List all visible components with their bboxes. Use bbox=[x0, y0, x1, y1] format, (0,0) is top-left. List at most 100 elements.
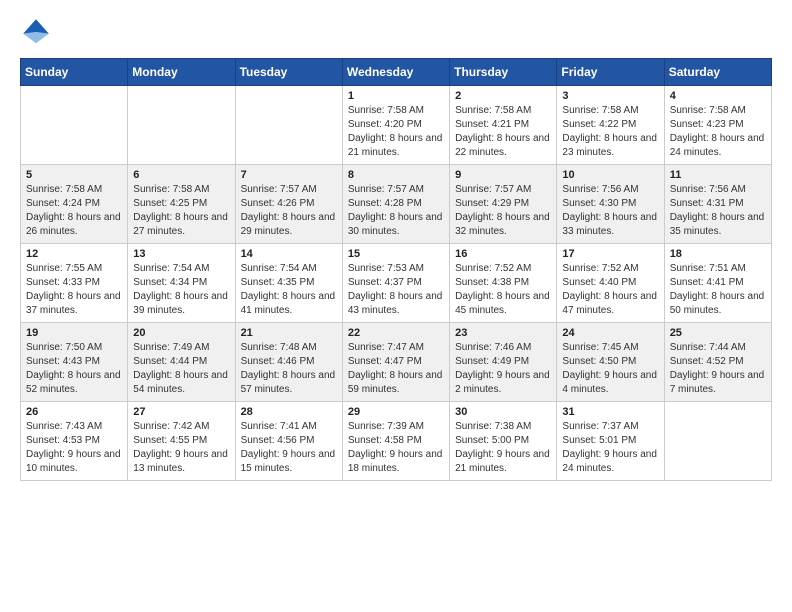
day-info: Sunrise: 7:52 AMSunset: 4:40 PMDaylight:… bbox=[562, 262, 658, 318]
day-info: Sunrise: 7:39 AMSunset: 4:58 PMDaylight:… bbox=[348, 420, 444, 476]
day-cell: 8 Sunrise: 7:57 AMSunset: 4:28 PMDaylight… bbox=[342, 165, 449, 244]
day-number: 24 bbox=[562, 327, 658, 339]
day-cell: 17 Sunrise: 7:52 AMSunset: 4:40 PMDayligh… bbox=[557, 244, 664, 323]
day-number: 19 bbox=[26, 327, 122, 339]
day-cell: 10Sunrise: 7:56 AMSunset: 4:30 PMDayligh… bbox=[557, 165, 664, 244]
day-info: Sunrise: 7:55 AMSunset: 4:33 PMDaylight:… bbox=[26, 262, 122, 318]
day-cell: 26Sunrise: 7:43 AMSunset: 4:53 PMDayligh… bbox=[21, 402, 128, 481]
day-cell bbox=[664, 402, 771, 481]
day-cell: 4Sunrise: 7:58 AMSunset: 4:23 PMDaylight… bbox=[664, 86, 771, 165]
day-number: 21 bbox=[241, 327, 337, 339]
calendar: SundayMondayTuesdayWednesdayThursdayFrid… bbox=[20, 58, 772, 481]
day-info: Sunrise: 7:58 AMSunset: 4:21 PMDaylight:… bbox=[455, 104, 551, 160]
day-header-friday: Friday bbox=[557, 59, 664, 86]
day-cell: 23 Sunrise: 7:46 AMSunset: 4:49 PMDayligh… bbox=[450, 323, 557, 402]
day-info: Sunrise: 7:57 AMSunset: 4:29 PMDaylight:… bbox=[455, 183, 551, 239]
header bbox=[20, 16, 772, 48]
day-cell bbox=[21, 86, 128, 165]
day-header-sunday: Sunday bbox=[21, 59, 128, 86]
day-cell: 25 Sunrise: 7:44 AMSunset: 4:52 PMDayligh… bbox=[664, 323, 771, 402]
day-header-thursday: Thursday bbox=[450, 59, 557, 86]
day-info: Sunrise: 7:56 AMSunset: 4:31 PMDaylight:… bbox=[670, 183, 766, 239]
week-row-3: 12 Sunrise: 7:55 AMSunset: 4:33 PMDayligh… bbox=[21, 244, 772, 323]
day-number: 18 bbox=[670, 248, 766, 260]
day-number: 17 bbox=[562, 248, 658, 260]
day-info: Sunrise: 7:42 AMSunset: 4:55 PMDaylight:… bbox=[133, 420, 229, 476]
day-cell: 11 Sunrise: 7:56 AMSunset: 4:31 PMDayligh… bbox=[664, 165, 771, 244]
day-number: 27 bbox=[133, 406, 229, 418]
day-info: Sunrise: 7:41 AMSunset: 4:56 PMDaylight:… bbox=[241, 420, 337, 476]
day-cell: 1 Sunrise: 7:58 AMSunset: 4:20 PMDaylight… bbox=[342, 86, 449, 165]
day-info: Sunrise: 7:58 AMSunset: 4:22 PMDaylight:… bbox=[562, 104, 658, 160]
day-number: 31 bbox=[562, 406, 658, 418]
day-cell: 20 Sunrise: 7:49 AMSunset: 4:44 PMDayligh… bbox=[128, 323, 235, 402]
day-header-tuesday: Tuesday bbox=[235, 59, 342, 86]
day-number: 26 bbox=[26, 406, 122, 418]
day-info: Sunrise: 7:46 AMSunset: 4:49 PMDaylight:… bbox=[455, 341, 551, 397]
day-cell: 21Sunrise: 7:48 AMSunset: 4:46 PMDayligh… bbox=[235, 323, 342, 402]
day-info: Sunrise: 7:57 AMSunset: 4:28 PMDaylight:… bbox=[348, 183, 444, 239]
day-info: Sunrise: 7:44 AMSunset: 4:52 PMDaylight:… bbox=[670, 341, 766, 397]
week-row-1: 1 Sunrise: 7:58 AMSunset: 4:20 PMDaylight… bbox=[21, 86, 772, 165]
day-number: 5 bbox=[26, 169, 122, 181]
day-cell: 22 Sunrise: 7:47 AMSunset: 4:47 PMDayligh… bbox=[342, 323, 449, 402]
day-cell: 14Sunrise: 7:54 AMSunset: 4:35 PMDayligh… bbox=[235, 244, 342, 323]
week-row-5: 26Sunrise: 7:43 AMSunset: 4:53 PMDayligh… bbox=[21, 402, 772, 481]
day-info: Sunrise: 7:58 AMSunset: 4:20 PMDaylight:… bbox=[348, 104, 444, 160]
day-info: Sunrise: 7:57 AMSunset: 4:26 PMDaylight:… bbox=[241, 183, 337, 239]
header-row: SundayMondayTuesdayWednesdayThursdayFrid… bbox=[21, 59, 772, 86]
day-number: 7 bbox=[241, 169, 337, 181]
day-info: Sunrise: 7:51 AMSunset: 4:41 PMDaylight:… bbox=[670, 262, 766, 318]
day-number: 8 bbox=[348, 169, 444, 181]
day-number: 15 bbox=[348, 248, 444, 260]
day-number: 11 bbox=[670, 169, 766, 181]
day-cell: 5 Sunrise: 7:58 AMSunset: 4:24 PMDaylight… bbox=[21, 165, 128, 244]
day-info: Sunrise: 7:52 AMSunset: 4:38 PMDaylight:… bbox=[455, 262, 551, 318]
day-number: 22 bbox=[348, 327, 444, 339]
page: SundayMondayTuesdayWednesdayThursdayFrid… bbox=[0, 0, 792, 501]
calendar-header: SundayMondayTuesdayWednesdayThursdayFrid… bbox=[21, 59, 772, 86]
day-number: 25 bbox=[670, 327, 766, 339]
day-cell: 2Sunrise: 7:58 AMSunset: 4:21 PMDaylight… bbox=[450, 86, 557, 165]
day-number: 13 bbox=[133, 248, 229, 260]
day-cell: 13Sunrise: 7:54 AMSunset: 4:34 PMDayligh… bbox=[128, 244, 235, 323]
day-cell bbox=[235, 86, 342, 165]
day-cell: 3Sunrise: 7:58 AMSunset: 4:22 PMDaylight… bbox=[557, 86, 664, 165]
day-cell bbox=[128, 86, 235, 165]
day-number: 23 bbox=[455, 327, 551, 339]
day-cell: 28 Sunrise: 7:41 AMSunset: 4:56 PMDayligh… bbox=[235, 402, 342, 481]
day-info: Sunrise: 7:58 AMSunset: 4:23 PMDaylight:… bbox=[670, 104, 766, 160]
day-cell: 12 Sunrise: 7:55 AMSunset: 4:33 PMDayligh… bbox=[21, 244, 128, 323]
day-cell: 15Sunrise: 7:53 AMSunset: 4:37 PMDayligh… bbox=[342, 244, 449, 323]
day-number: 1 bbox=[348, 90, 444, 102]
week-row-2: 5 Sunrise: 7:58 AMSunset: 4:24 PMDaylight… bbox=[21, 165, 772, 244]
day-cell: 27 Sunrise: 7:42 AMSunset: 4:55 PMDayligh… bbox=[128, 402, 235, 481]
day-cell: 9 Sunrise: 7:57 AMSunset: 4:29 PMDaylight… bbox=[450, 165, 557, 244]
day-cell: 18 Sunrise: 7:51 AMSunset: 4:41 PMDayligh… bbox=[664, 244, 771, 323]
day-cell: 29Sunrise: 7:39 AMSunset: 4:58 PMDayligh… bbox=[342, 402, 449, 481]
day-cell: 30 Sunrise: 7:38 AMSunset: 5:00 PMDayligh… bbox=[450, 402, 557, 481]
day-cell: 31Sunrise: 7:37 AMSunset: 5:01 PMDayligh… bbox=[557, 402, 664, 481]
day-cell: 7 Sunrise: 7:57 AMSunset: 4:26 PMDaylight… bbox=[235, 165, 342, 244]
day-info: Sunrise: 7:45 AMSunset: 4:50 PMDaylight:… bbox=[562, 341, 658, 397]
day-header-wednesday: Wednesday bbox=[342, 59, 449, 86]
logo-icon bbox=[20, 16, 52, 48]
day-number: 12 bbox=[26, 248, 122, 260]
day-header-monday: Monday bbox=[128, 59, 235, 86]
day-number: 14 bbox=[241, 248, 337, 260]
day-number: 16 bbox=[455, 248, 551, 260]
logo bbox=[20, 16, 56, 48]
day-cell: 24 Sunrise: 7:45 AMSunset: 4:50 PMDayligh… bbox=[557, 323, 664, 402]
day-number: 30 bbox=[455, 406, 551, 418]
calendar-body: 1 Sunrise: 7:58 AMSunset: 4:20 PMDaylight… bbox=[21, 86, 772, 481]
day-info: Sunrise: 7:47 AMSunset: 4:47 PMDaylight:… bbox=[348, 341, 444, 397]
day-info: Sunrise: 7:38 AMSunset: 5:00 PMDaylight:… bbox=[455, 420, 551, 476]
day-number: 10 bbox=[562, 169, 658, 181]
day-number: 20 bbox=[133, 327, 229, 339]
day-number: 6 bbox=[133, 169, 229, 181]
day-cell: 16 Sunrise: 7:52 AMSunset: 4:38 PMDayligh… bbox=[450, 244, 557, 323]
day-info: Sunrise: 7:58 AMSunset: 4:24 PMDaylight:… bbox=[26, 183, 122, 239]
day-info: Sunrise: 7:49 AMSunset: 4:44 PMDaylight:… bbox=[133, 341, 229, 397]
day-number: 28 bbox=[241, 406, 337, 418]
day-number: 9 bbox=[455, 169, 551, 181]
